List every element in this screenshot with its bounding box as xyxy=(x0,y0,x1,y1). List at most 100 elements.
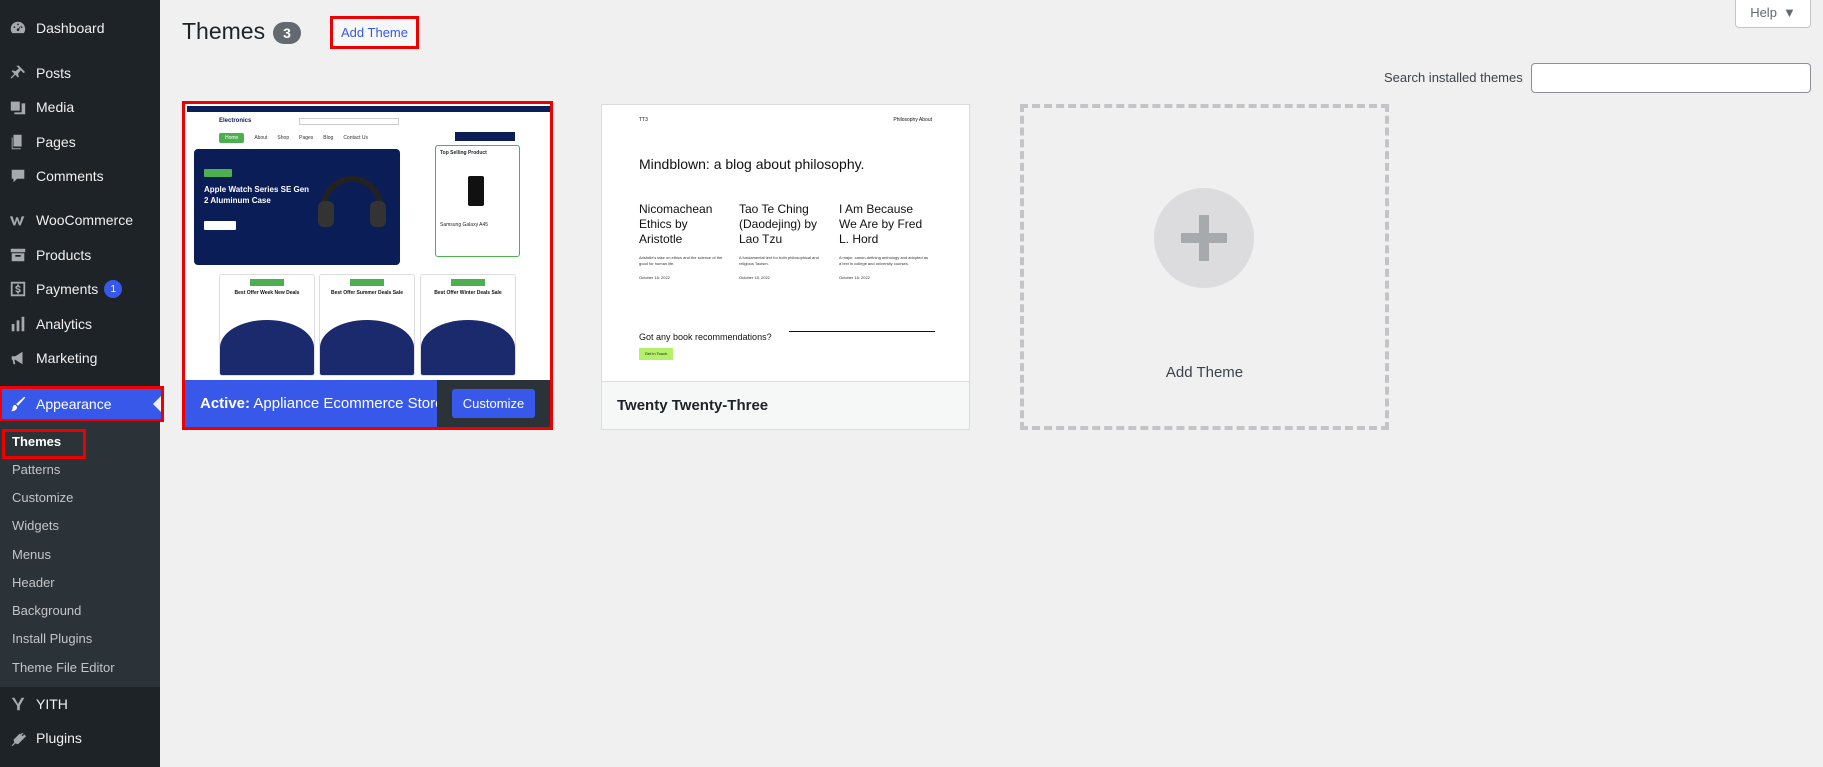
preview-hero-title: Apple Watch Series SE Gen 2 Aluminum Cas… xyxy=(204,185,310,205)
pin-icon xyxy=(8,63,28,83)
payments-badge: 1 xyxy=(104,280,123,298)
submenu-patterns[interactable]: Patterns xyxy=(12,462,60,477)
current-menu-arrow-icon xyxy=(153,396,161,412)
menu-label: Analytics xyxy=(36,316,93,332)
menu-label: Pages xyxy=(36,134,76,150)
preview-menu-item: Shop xyxy=(277,135,290,141)
menu-comments[interactable]: Comments xyxy=(0,159,160,193)
submenu-theme-file-editor[interactable]: Theme File Editor xyxy=(12,660,115,675)
menu-marketing[interactable]: Marketing xyxy=(0,341,160,375)
admin-sidebar: Dashboard Posts Media Pages Comments Woo… xyxy=(0,0,164,767)
preview-post-title: Nicomachean Ethics by Aristotle xyxy=(639,202,713,246)
preview-search xyxy=(299,118,399,125)
brush-icon xyxy=(8,394,28,414)
menu-label: Appearance xyxy=(36,396,112,412)
submenu-widgets[interactable]: Widgets xyxy=(12,518,59,533)
menu-label: YITH xyxy=(36,696,68,712)
menu-pages[interactable]: Pages xyxy=(0,125,160,159)
help-button[interactable]: Help ▼ xyxy=(1735,0,1811,28)
submenu-background[interactable]: Background xyxy=(12,603,81,618)
menu-dashboard[interactable]: Dashboard xyxy=(0,11,160,45)
menu-appearance[interactable]: Appearance xyxy=(0,386,164,422)
preview-button: Get In Touch xyxy=(639,348,673,360)
menu-yith[interactable]: YITH xyxy=(0,687,160,721)
submenu-customize[interactable]: Customize xyxy=(12,490,73,505)
menu-analytics[interactable]: Analytics xyxy=(0,307,160,341)
preview-post-date: October 18, 2022 xyxy=(839,275,870,280)
menu-posts[interactable]: Posts xyxy=(0,56,160,90)
preview-menu-item: Pages xyxy=(299,135,314,141)
menu-label: Comments xyxy=(36,168,104,184)
menu-media[interactable]: Media xyxy=(0,90,160,124)
help-label: Help xyxy=(1750,5,1777,20)
menu-label: Posts xyxy=(36,65,72,81)
preview-offer-box: Best Offer Winter Deals Sale xyxy=(420,274,516,376)
search-label: Search installed themes xyxy=(1384,70,1523,85)
preview-menu-item: Blog xyxy=(323,135,334,141)
chevron-down-icon: ▼ xyxy=(1782,5,1796,20)
phone-icon xyxy=(468,176,484,206)
preview-post-excerpt: A major, canon-defining anthology and ad… xyxy=(839,255,928,266)
preview-post-date: October 18, 2022 xyxy=(639,275,670,280)
preview-offer-box: Best Offer Week New Deals xyxy=(219,274,315,376)
preview-offer-text: Best Offer Summer Deals Sale xyxy=(331,290,403,296)
submenu-menus[interactable]: Menus xyxy=(12,547,51,562)
preview-side-product: Samsung Galaxy A45 xyxy=(440,222,489,228)
yith-icon xyxy=(8,694,28,714)
preview-post-title: I Am Because We Are by Fred L. Hord xyxy=(839,202,923,246)
menu-label: Payments xyxy=(36,281,99,297)
theme-name: Twenty Twenty-Three xyxy=(602,381,969,429)
media-icon xyxy=(8,97,28,117)
submenu-install-plugins[interactable]: Install Plugins xyxy=(12,631,92,646)
appearance-submenu: Themes Patterns Customize Widgets Menus … xyxy=(0,421,160,687)
preview-nav: Philosophy About xyxy=(893,117,932,123)
preview-topbar xyxy=(187,106,550,112)
menu-label: WooCommerce xyxy=(36,212,133,228)
archive-icon xyxy=(8,245,28,265)
customize-button[interactable]: Customize xyxy=(451,389,536,418)
preview-hero: Apple Watch Series SE Gen 2 Aluminum Cas… xyxy=(194,149,400,265)
theme-count-badge: 3 xyxy=(273,22,301,44)
preview-post-excerpt: A fundamental text for both philosophica… xyxy=(739,255,819,266)
preview-headline: Mindblown: a blog about philosophy. xyxy=(639,156,865,172)
preview-hero-button xyxy=(204,221,236,230)
menu-label: Products xyxy=(36,247,92,263)
menu-products[interactable]: Products xyxy=(0,238,160,272)
pages-icon xyxy=(8,132,28,152)
theme-card-active[interactable]: Electronics Home About Shop Pages Blog C… xyxy=(182,101,553,430)
theme-screenshot[interactable]: Electronics Home About Shop Pages Blog C… xyxy=(185,104,550,380)
dashboard-icon xyxy=(8,18,28,38)
preview-post-excerpt: Aristotle's take on ethics and the scien… xyxy=(639,255,723,266)
active-theme-name: Active: Appliance Ecommerce Store xyxy=(185,395,438,412)
menu-woocommerce[interactable]: WooCommerce xyxy=(0,203,160,237)
preview-post-date: October 18, 2022 xyxy=(739,275,770,280)
theme-name: Appliance Ecommerce Store xyxy=(253,395,438,412)
add-theme-label: Add Theme xyxy=(1165,364,1244,381)
megaphone-icon xyxy=(8,348,28,368)
add-new-theme-card[interactable]: Add Theme xyxy=(1020,104,1389,430)
comment-icon xyxy=(8,166,28,186)
preview-top-selling: Top Selling Product Samsung Galaxy A45 xyxy=(435,145,520,257)
search-installed-themes-input[interactable] xyxy=(1531,63,1811,93)
preview-menu-item: Contact Us xyxy=(343,135,369,141)
menu-plugins[interactable]: Plugins xyxy=(0,721,160,755)
menu-payments[interactable]: Payments 1 xyxy=(0,272,160,306)
preview-menu: Home About Shop Pages Blog Contact Us xyxy=(219,133,368,143)
preview-offer-text: Best Offer Week New Deals xyxy=(234,290,300,296)
submenu-header[interactable]: Header xyxy=(12,575,55,590)
page-title: Themes xyxy=(182,18,266,44)
plug-icon xyxy=(8,728,28,748)
preview-category-bar xyxy=(455,132,515,141)
theme-screenshot[interactable]: TT3 Philosophy About Mindblown: a blog a… xyxy=(602,105,969,381)
menu-label: Marketing xyxy=(36,350,98,366)
preview-offer-text: Best Offer Winter Deals Sale xyxy=(434,290,502,296)
menu-label: Dashboard xyxy=(36,20,105,36)
theme-card-twenty-twenty-three[interactable]: TT3 Philosophy About Mindblown: a blog a… xyxy=(601,104,970,430)
preview-side-title: Top Selling Product xyxy=(440,150,487,156)
preview-divider xyxy=(789,331,935,332)
plus-icon xyxy=(1154,188,1254,288)
preview-menu-item: Home xyxy=(219,133,245,143)
preview-post-title: Tao Te Ching (Daodejing) by Lao Tzu xyxy=(739,202,818,246)
themes-highlight-box xyxy=(2,429,86,459)
add-theme-button[interactable]: Add Theme xyxy=(330,16,419,49)
